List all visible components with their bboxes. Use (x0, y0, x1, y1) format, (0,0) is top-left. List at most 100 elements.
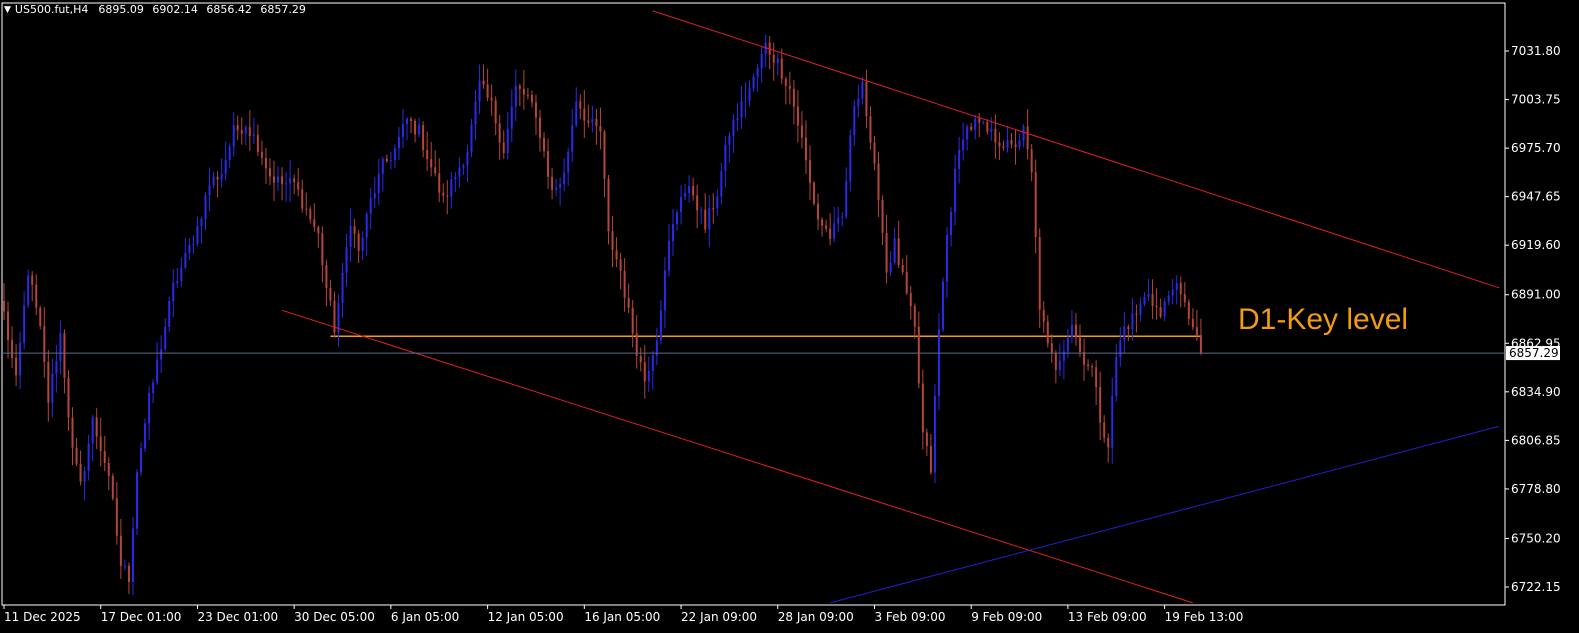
candle (373, 177, 376, 209)
candle (1135, 304, 1138, 333)
candle-body (829, 228, 832, 239)
candle-body (530, 94, 533, 103)
candle (482, 64, 485, 89)
candle-body (538, 117, 541, 138)
candle (244, 124, 247, 146)
trendline-upper-channel[interactable] (652, 10, 1500, 289)
y-tick-label: 6919.60 (1511, 238, 1561, 252)
candle (1167, 290, 1170, 306)
chart-area[interactable]: 7031.80 7003.75 6975.70 6947.65 6919.60 6891.… (0, 0, 1579, 633)
candle (131, 516, 134, 596)
candle-body (506, 128, 509, 154)
candle (333, 291, 336, 338)
x-tick-label: 23 Dec 01:00 (197, 610, 278, 624)
candle-body (309, 209, 312, 220)
candle-body (361, 237, 364, 251)
candle-body (168, 301, 171, 327)
candle (760, 47, 763, 83)
y-tick-label: 6947.65 (1511, 190, 1561, 204)
candle-body (377, 173, 380, 194)
candle (87, 434, 90, 481)
candle (881, 195, 884, 245)
candle-body (905, 272, 908, 294)
candle (950, 207, 953, 247)
candle (841, 212, 844, 227)
candle-body (692, 185, 695, 196)
candle (293, 174, 296, 195)
candle (1183, 282, 1186, 308)
candle (498, 114, 501, 160)
candle (1111, 377, 1114, 464)
candle (1066, 329, 1069, 359)
candle (780, 48, 783, 85)
candle (212, 171, 215, 189)
candle (1062, 339, 1065, 380)
candle-body (19, 342, 22, 376)
candle-body (998, 142, 1001, 147)
candle (792, 79, 795, 125)
candle-body (1010, 140, 1013, 145)
candle (692, 177, 695, 201)
candle (809, 145, 811, 200)
candle-body (321, 233, 324, 266)
candle (27, 269, 30, 308)
candle (986, 119, 989, 135)
candle (885, 214, 888, 284)
candle (305, 192, 308, 216)
x-tick-label: 12 Jan 05:00 (488, 610, 564, 624)
candle (188, 238, 191, 261)
candle-body (700, 209, 703, 211)
candle (635, 315, 638, 369)
candle (631, 300, 634, 348)
candle (365, 211, 368, 256)
candle (144, 418, 147, 452)
candle-body (1175, 283, 1178, 290)
candle (579, 94, 582, 120)
candle-body (651, 355, 654, 371)
candle (1171, 278, 1174, 305)
candle-body (821, 219, 824, 226)
candle (248, 110, 251, 151)
candle (1058, 343, 1061, 377)
candle-body (236, 125, 239, 131)
candle (998, 132, 1001, 161)
candle (974, 114, 977, 140)
dropdown-triangle-icon[interactable]: ▼ (4, 5, 11, 15)
candle-body (317, 227, 320, 234)
candle-body (833, 223, 836, 239)
candle-body (486, 84, 489, 98)
candle-body (260, 151, 263, 158)
candle-body (79, 463, 82, 482)
candle-body (1143, 296, 1146, 305)
candle (224, 141, 227, 181)
candle (35, 274, 38, 316)
candle (663, 256, 666, 328)
candle-body (192, 243, 195, 245)
candle (829, 213, 832, 246)
candle-body (1046, 321, 1049, 344)
candle-body (244, 127, 247, 134)
candle-body (555, 187, 558, 190)
candle (962, 122, 965, 161)
candle (1143, 292, 1146, 307)
candle (551, 167, 554, 200)
candle-body (59, 333, 62, 362)
candle (667, 223, 670, 277)
candle-body (228, 146, 231, 161)
candle (381, 156, 384, 192)
candle-body (1115, 357, 1118, 396)
candle (909, 285, 912, 320)
candle (406, 116, 408, 141)
candle (591, 105, 594, 133)
candle (538, 109, 541, 152)
candle-body (15, 357, 18, 376)
x-tick-label: 9 Feb 09:00 (971, 610, 1042, 624)
candle (655, 327, 658, 366)
candle-body (23, 305, 26, 343)
candle-body (43, 325, 46, 362)
candle-body (881, 199, 884, 233)
x-tick-label: 30 Dec 05:00 (294, 610, 375, 624)
candle (1022, 124, 1025, 148)
candle-body (123, 565, 126, 567)
candle (438, 158, 441, 203)
